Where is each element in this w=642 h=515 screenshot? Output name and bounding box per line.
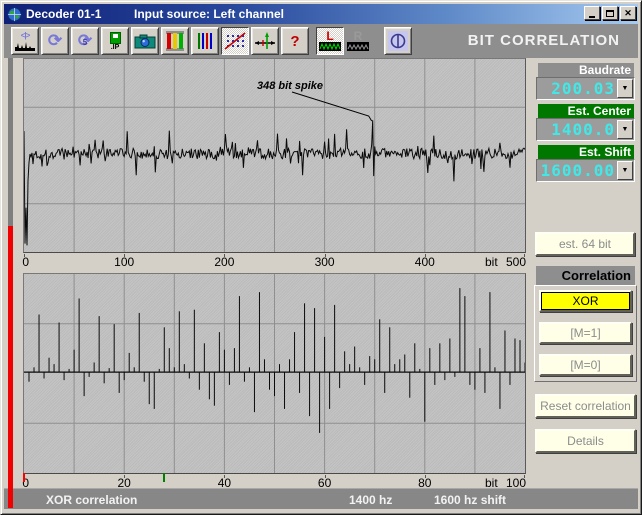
axis-position-marker xyxy=(163,473,165,482)
est-shift-display: 1600.00 ▼ xyxy=(536,159,635,182)
est-center-label: Est. Center xyxy=(538,104,634,118)
refresh-icon: ⟳ xyxy=(48,32,62,50)
axis-tick-label: 300 xyxy=(315,255,335,269)
spectrum-icon xyxy=(15,39,35,51)
axis-unit-label: bit xyxy=(485,255,498,269)
bit-signal-x-axis: 0 100 200 300 400 500 bit xyxy=(23,254,526,268)
status-mode: XOR correlation xyxy=(46,493,137,507)
est-center-value: 1400.0 xyxy=(537,120,617,139)
chevron-down-icon: ▼ xyxy=(622,167,629,174)
right-channel-letter: R xyxy=(354,31,363,42)
progress-strip-gray xyxy=(8,58,13,226)
spike-annotation: 348 bit spike xyxy=(257,80,323,92)
est-center-display: 1400.0 ▼ xyxy=(536,118,635,141)
caption-buttons: ✕ xyxy=(584,6,636,20)
help-icon: ? xyxy=(290,33,299,50)
maximize-button[interactable] xyxy=(602,6,618,20)
xor-correlation-x-axis: 020406080100bit xyxy=(23,475,526,489)
axis-position-marker xyxy=(23,473,25,482)
details-button[interactable]: Details xyxy=(535,429,636,453)
axis-tick-label: 0 xyxy=(22,255,29,269)
input-source-label: Input source: Left channel xyxy=(134,7,284,21)
status-bar: XOR correlation 1400 hz 1600 hz shift xyxy=(4,488,638,509)
m-equals-1-button[interactable]: [M=1] xyxy=(539,322,632,344)
status-center-frequency: 1400 hz xyxy=(349,493,392,507)
axis-tick-label: 400 xyxy=(415,255,435,269)
minimize-icon xyxy=(589,16,595,18)
minimize-button[interactable] xyxy=(584,6,600,20)
xor-correlation-chart[interactable] xyxy=(23,273,526,474)
scatter-cross-icon xyxy=(224,31,246,51)
axis-tick-label: 500 xyxy=(506,255,526,269)
chevron-down-icon: ▼ xyxy=(622,126,629,133)
baudrate-dropdown-button[interactable]: ▼ xyxy=(617,79,633,98)
app-icon xyxy=(7,7,22,22)
ip-label: .IP xyxy=(111,44,120,51)
axis-arrows-icon xyxy=(254,31,276,51)
xor-correlation-plot xyxy=(24,274,525,473)
est-shift-dropdown-button[interactable]: ▼ xyxy=(617,161,633,180)
refresh-button[interactable]: ⟳ xyxy=(41,27,69,55)
left-channel-letter: L xyxy=(326,31,333,42)
baudrate-value: 200.03 xyxy=(537,79,617,98)
close-button[interactable]: ✕ xyxy=(620,6,636,20)
save-ip-button[interactable]: .IP xyxy=(101,27,129,55)
toolbar: <|> ⟳ ⟳ 5 .IP xyxy=(4,24,638,58)
axis-tick-label: 200 xyxy=(214,255,234,269)
left-channel-button[interactable]: L xyxy=(316,27,344,55)
decoder-window: Decoder 01-1 Input source: Left channel … xyxy=(0,0,642,515)
xor-button[interactable]: XOR xyxy=(539,290,632,312)
maximize-icon xyxy=(606,10,614,17)
est-shift-value: 1600.00 xyxy=(537,161,617,180)
power-icon xyxy=(388,31,408,51)
reset-correlation-button[interactable]: Reset correlation xyxy=(535,394,636,418)
right-channel-button[interactable]: R xyxy=(344,27,372,55)
correlation-view-button[interactable] xyxy=(221,27,249,55)
spectrum-lines-button[interactable] xyxy=(191,27,219,55)
titlebar[interactable]: Decoder 01-1 Input source: Left channel … xyxy=(4,4,638,24)
stripes-icon xyxy=(196,32,214,50)
est-center-dropdown-button[interactable]: ▼ xyxy=(617,120,633,139)
bit-signal-plot: 348 bit spike xyxy=(24,59,525,252)
baudrate-display: 200.03 ▼ xyxy=(536,77,635,100)
refresh-5-button[interactable]: ⟳ 5 xyxy=(71,27,99,55)
chevron-down-icon: ▼ xyxy=(622,85,629,92)
baudrate-label: Baudrate xyxy=(538,63,634,77)
close-icon: ✕ xyxy=(624,9,632,18)
page-title: BIT CORRELATION xyxy=(468,32,620,49)
bit-signal-chart[interactable]: 348 bit spike xyxy=(23,58,526,253)
est-64-bit-button[interactable]: est. 64 bit xyxy=(535,232,635,256)
power-button[interactable] xyxy=(384,27,412,55)
axis-adjust-button[interactable] xyxy=(251,27,279,55)
spectrum-caret-icon: <|> xyxy=(21,32,30,39)
correlation-section-header: Correlation xyxy=(536,266,635,285)
screenshot-button[interactable] xyxy=(131,27,159,55)
refresh-5-digit: 5 xyxy=(83,38,87,47)
color-bars-button[interactable] xyxy=(161,27,189,55)
disk-icon xyxy=(110,32,121,44)
color-bars-icon xyxy=(165,31,185,51)
axis-tick-label: 100 xyxy=(114,255,134,269)
left-waveform-icon xyxy=(319,42,341,51)
help-button[interactable]: ? xyxy=(281,27,309,55)
window-title: Decoder 01-1 xyxy=(26,7,101,21)
status-shift-frequency: 1600 hz shift xyxy=(434,493,506,507)
right-waveform-icon xyxy=(347,42,369,51)
signal-spectrum-button[interactable]: <|> xyxy=(11,27,39,55)
m-equals-0-button[interactable]: [M=0] xyxy=(539,354,632,376)
camera-icon xyxy=(134,34,156,49)
est-shift-label: Est. Shift xyxy=(538,145,634,159)
progress-strip-red xyxy=(8,226,13,508)
